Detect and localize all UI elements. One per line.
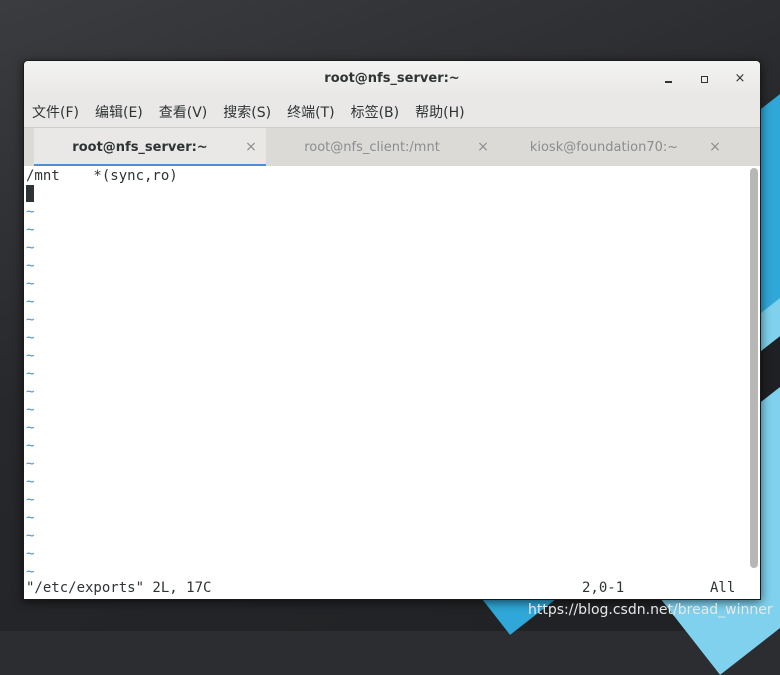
terminal-window: root@nfs_server:~ × 文件(F) 编辑(E) 查看(V) 搜索… xyxy=(23,60,761,600)
tilde-line: ~ xyxy=(26,204,35,220)
maximize-button[interactable] xyxy=(694,69,714,89)
menu-help[interactable]: 帮助(H) xyxy=(415,102,464,122)
menu-search[interactable]: 搜索(S) xyxy=(223,102,271,122)
tab-close-icon[interactable]: × xyxy=(700,139,730,155)
terminal-cursor-line xyxy=(26,185,34,203)
close-icon: × xyxy=(734,71,746,86)
tilde-line: ~ xyxy=(26,456,35,472)
tab-label: kiosk@foundation70:~ xyxy=(529,139,679,155)
tilde-line: ~ xyxy=(26,312,35,328)
tilde-line: ~ xyxy=(26,258,35,274)
window-title: root@nfs_server:~ xyxy=(324,71,460,86)
tab-close-icon[interactable]: × xyxy=(468,139,498,155)
menu-terminal[interactable]: 终端(T) xyxy=(287,102,334,122)
tilde-line: ~ xyxy=(26,276,35,292)
tilde-line: ~ xyxy=(26,222,35,238)
tab-nfs-server[interactable]: root@nfs_server:~ × xyxy=(34,128,266,167)
tilde-line: ~ xyxy=(26,240,35,256)
watermark-text: https://blog.csdn.net/bread_winner xyxy=(528,602,773,618)
tilde-line: ~ xyxy=(26,492,35,508)
tab-close-icon[interactable]: × xyxy=(236,139,266,155)
status-file-info: "/etc/exports" 2L, 17C xyxy=(26,580,212,596)
tilde-line: ~ xyxy=(26,474,35,490)
tab-label: root@nfs_server:~ xyxy=(72,139,208,155)
close-window-button[interactable]: × xyxy=(730,69,750,89)
scrollbar[interactable] xyxy=(750,168,758,568)
tilde-line: ~ xyxy=(26,546,35,562)
tilde-line: ~ xyxy=(26,330,35,346)
menu-edit[interactable]: 编辑(E) xyxy=(95,102,143,122)
status-scroll-position: All xyxy=(710,580,736,596)
tab-nfs-client[interactable]: root@nfs_client:/mnt × xyxy=(266,128,498,166)
menu-bar: 文件(F) 编辑(E) 查看(V) 搜索(S) 终端(T) 标签(B) 帮助(H… xyxy=(24,97,760,127)
title-bar[interactable]: root@nfs_server:~ × xyxy=(24,61,760,97)
minimize-icon xyxy=(664,81,672,83)
tilde-line: ~ xyxy=(26,402,35,418)
tilde-line: ~ xyxy=(26,420,35,436)
tilde-line: ~ xyxy=(26,438,35,454)
terminal-line: /mnt *(sync,ro) xyxy=(26,168,178,184)
menu-file[interactable]: 文件(F) xyxy=(32,102,79,122)
minimize-button[interactable] xyxy=(658,69,678,89)
tilde-line: ~ xyxy=(26,294,35,310)
terminal-area[interactable]: /mnt *(sync,ro) ~ ~ ~ ~ ~ ~ ~ ~ ~ ~ ~ ~ ~ ~ ~ ~ ~ ~ ~ ~ ~ "/… xyxy=(24,166,760,599)
tilde-line: ~ xyxy=(26,366,35,382)
tilde-line: ~ xyxy=(26,528,35,544)
tilde-line: ~ xyxy=(26,384,35,400)
text-cursor xyxy=(26,185,34,202)
tilde-line: ~ xyxy=(26,510,35,526)
tab-bar: root@nfs_server:~ × root@nfs_client:/mnt… xyxy=(24,127,760,167)
maximize-icon xyxy=(700,76,708,83)
menu-view[interactable]: 查看(V) xyxy=(159,102,208,122)
status-cursor-position: 2,0-1 xyxy=(582,580,625,596)
tab-kiosk[interactable]: kiosk@foundation70:~ × xyxy=(498,128,730,166)
tab-label: root@nfs_client:/mnt xyxy=(304,139,440,155)
menu-tabs[interactable]: 标签(B) xyxy=(351,102,400,122)
tilde-line: ~ xyxy=(26,348,35,364)
